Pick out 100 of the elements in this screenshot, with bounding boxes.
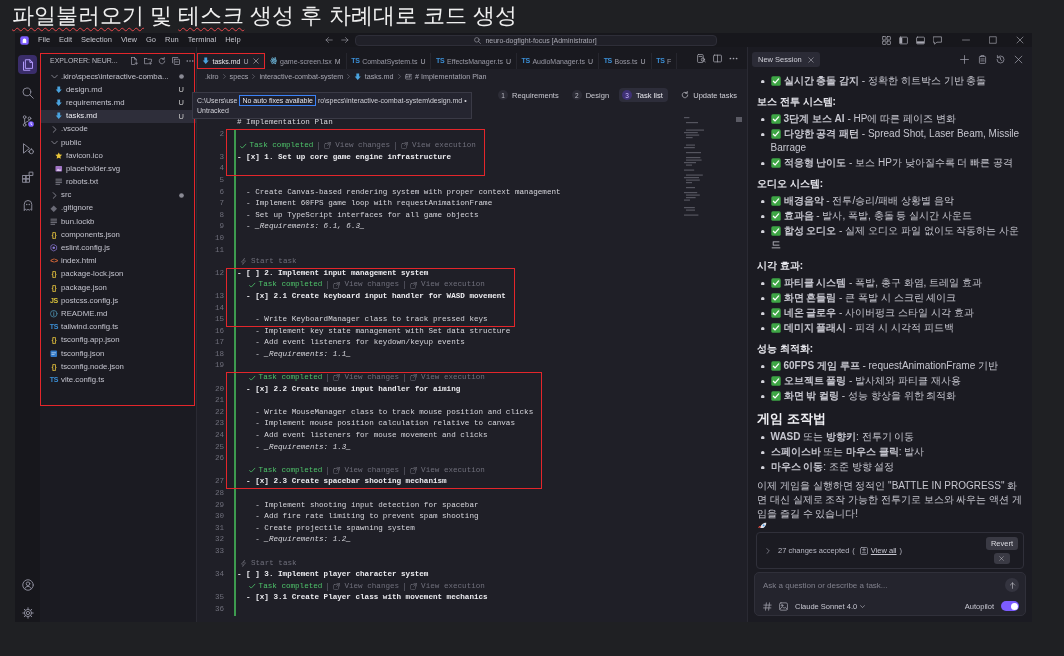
bullet-icon: [761, 394, 765, 398]
search-icon: [21, 86, 34, 99]
maximize-icon[interactable]: [989, 36, 997, 44]
files-icon: [21, 58, 34, 71]
text-file-icon: [55, 178, 63, 186]
close-icon[interactable]: [1014, 55, 1023, 64]
chevron-right-icon: [396, 74, 402, 79]
plus-icon[interactable]: [960, 55, 969, 64]
chat-icon[interactable]: [933, 35, 942, 45]
list-item-text: 마우스 이동: 조준 방향 설정: [770, 461, 895, 472]
markdown-icon: [354, 72, 362, 81]
check-icon: [240, 142, 247, 150]
external-link-icon: [410, 467, 418, 475]
preview-icon[interactable]: [697, 53, 706, 63]
diamond-icon: [50, 204, 58, 213]
external-link-icon: [333, 374, 341, 382]
arrow-right-icon[interactable]: [340, 36, 349, 44]
arrow-left-icon[interactable]: [324, 36, 333, 44]
list-item-text: 실시간 충돌 감지 - 정확한 히트박스 기반 충돌: [783, 75, 987, 86]
bullet-icon: [761, 281, 765, 285]
list-item-text: 화면 밖 컬링 - 성능 향상을 위한 최적화: [783, 390, 957, 401]
split-editor-icon[interactable]: [713, 53, 722, 63]
bullet-icon: [761, 379, 765, 383]
new-folder-icon[interactable]: [143, 56, 152, 65]
symbol-icon: [404, 72, 413, 81]
info-icon: [50, 310, 58, 318]
section-title: 게임 조작법: [757, 410, 827, 427]
explorer-button[interactable]: [18, 55, 37, 74]
new-file-icon[interactable]: [129, 56, 138, 65]
diff-icon: [859, 546, 868, 555]
config-file-icon: [50, 349, 58, 358]
bullet-icon: [761, 465, 765, 469]
list-item-text: 적응형 난이도 - 보스 HP가 낮아질수록 더 빠른 공격: [783, 157, 1013, 168]
send-button[interactable]: [1005, 578, 1019, 592]
autopilot-toggle[interactable]: [1001, 601, 1019, 611]
refresh-icon[interactable]: [157, 56, 166, 65]
check-icon: [249, 583, 256, 590]
collapse-all-icon[interactable]: [171, 56, 180, 65]
atom-icon: [269, 57, 278, 65]
source-control-icon: [21, 114, 34, 127]
bullet-icon: [761, 311, 765, 315]
list-item-text: 다양한 공격 패턴 - Spread Shot, Laser Beam, Missile Barrage: [770, 128, 1020, 153]
panel-toggle-icon[interactable]: [916, 35, 925, 45]
list-item-text: 오브젝트 풀링 - 발사체와 파티클 재사용: [783, 375, 961, 386]
refresh-icon: [681, 91, 690, 99]
chevron-right-icon: [251, 74, 257, 79]
bullet-icon: [761, 199, 765, 203]
external-link-icon: [410, 583, 418, 591]
external-link-icon: [410, 374, 418, 382]
play-bug-icon: [21, 142, 34, 155]
dismiss-button[interactable]: [993, 553, 1010, 564]
settings-icon: [21, 606, 34, 619]
list-item-text: 네온 글로우 - 사이버펑크 스타일 시각 효과: [783, 307, 974, 318]
section-heading: 성능 최적화:: [757, 342, 815, 356]
chevron-right-icon[interactable]: [765, 547, 771, 554]
bullet-icon: [761, 435, 765, 439]
bullet-icon: [761, 132, 765, 136]
scrollbar-thumb[interactable]: [736, 117, 742, 122]
close-icon[interactable]: [1016, 36, 1024, 44]
chat-input[interactable]: Ask a question or describe a task...: [763, 579, 999, 591]
image-icon[interactable]: [779, 601, 788, 611]
list-item-text: 배경음악 - 전투/승리/패배 상황별 음악: [783, 195, 954, 206]
bullet-icon: [761, 117, 765, 121]
section-heading: 시각 효과:: [757, 259, 805, 273]
bullet-icon: [761, 214, 765, 218]
bullet-icon: [761, 161, 765, 165]
external-link-icon: [333, 281, 341, 289]
arrow-up-icon: [1008, 581, 1016, 589]
list-item-text: WASD 또는 방향키: 전투기 이동: [770, 431, 915, 442]
section-heading: 보스 전투 시스템:: [757, 95, 837, 109]
check-icon: [249, 467, 256, 474]
extensions-icon: [21, 170, 34, 183]
external-link-icon: [333, 467, 341, 475]
account-icon: [21, 578, 34, 591]
external-link-icon: [401, 142, 408, 150]
clipboard-icon[interactable]: [978, 55, 987, 64]
list-item-text: 합성 오디오 - 실제 오디오 파일 없이도 작동하는 사운드: [770, 225, 1020, 250]
list-item-text: 화면 흔들림 - 큰 폭발 시 스크린 셰이크: [783, 292, 957, 303]
layout-grid-icon[interactable]: [882, 35, 891, 45]
check-icon: [249, 374, 256, 382]
close-icon: [999, 556, 1005, 561]
section-heading: 오디오 시스템:: [757, 177, 825, 191]
search-icon: [474, 36, 482, 44]
star-icon: [55, 151, 63, 160]
message-text: 이제 게임을 실행하면 정적인 "BATTLE IN PROGRESS" 화면 대신 실제로 조작 가능한 전투기로 보스와 싸우는 액션 게임을 즐길 수 있습니다!: [757, 480, 1022, 519]
list-item-text: 효과음 - 발사, 폭발, 충돌 등 실시간 사운드: [783, 210, 972, 221]
chevron-right-icon: [221, 74, 227, 79]
lightning-icon: [240, 258, 247, 266]
external-link-icon: [410, 281, 418, 289]
bullet-icon: [761, 364, 765, 368]
sidebar-toggle-icon[interactable]: [899, 35, 908, 45]
text-file-icon: [50, 217, 58, 226]
list-item-text: 3단계 보스 AI - HP에 따른 페이즈 변화: [783, 113, 956, 124]
hash-icon[interactable]: [763, 601, 772, 611]
bullet-icon: [761, 326, 765, 330]
history-icon[interactable]: [996, 55, 1005, 64]
list-item-text: 스페이스바 또는 마우스 클릭: 발사: [770, 446, 925, 457]
close-icon[interactable]: [807, 56, 814, 63]
list-item-text: 60FPS 게임 루프 - requestAnimationFrame 기반: [783, 360, 999, 371]
hexagon-icon: [50, 244, 58, 252]
